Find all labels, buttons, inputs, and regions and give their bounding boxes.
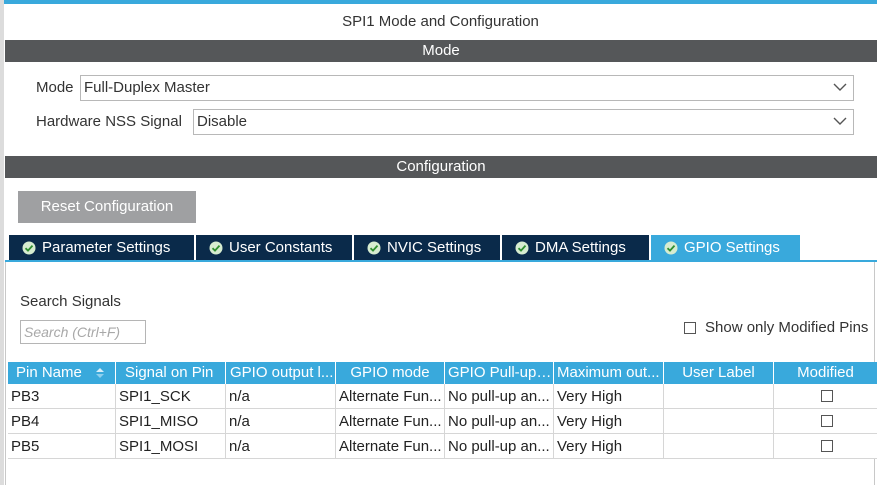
- column-header-user-label[interactable]: User Label: [664, 362, 774, 384]
- check-circle-icon: [22, 241, 36, 254]
- cell-signal[interactable]: SPI1_MISO: [116, 409, 226, 434]
- tab-label: User Constants: [229, 239, 333, 256]
- cell-signal[interactable]: SPI1_SCK: [116, 384, 226, 409]
- check-circle-icon: [664, 241, 678, 254]
- tab-parameter-settings[interactable]: Parameter Settings: [9, 235, 194, 260]
- cell-gpio-mode[interactable]: Alternate Fun...: [336, 384, 445, 409]
- window-title: SPI1 Mode and Configuration: [342, 13, 539, 30]
- nss-select[interactable]: Disable: [193, 109, 854, 135]
- cell-pin-name[interactable]: PB3: [8, 384, 116, 409]
- check-circle-icon: [209, 241, 223, 254]
- config-section-header: Configuration: [5, 156, 877, 178]
- check-circle-icon: [367, 241, 381, 254]
- mode-select[interactable]: Full-Duplex Master: [80, 75, 854, 101]
- mode-label: Mode: [36, 79, 74, 96]
- cell-user-label[interactable]: [664, 384, 774, 409]
- cell-pin-name[interactable]: PB5: [8, 434, 116, 459]
- cell-modified: [774, 384, 877, 409]
- cell-signal[interactable]: SPI1_MOSI: [116, 434, 226, 459]
- search-signals-label: Search Signals: [20, 293, 121, 310]
- sort-icon: [96, 368, 104, 378]
- column-header-maximum-output-speed[interactable]: Maximum out...: [554, 362, 664, 384]
- cell-gpio-pull[interactable]: No pull-up an...: [445, 434, 554, 459]
- column-header-signal-on-pin[interactable]: Signal on Pin: [116, 362, 226, 384]
- cell-output-level[interactable]: n/a: [226, 384, 336, 409]
- cell-modified: [774, 434, 877, 459]
- tab-label: GPIO Settings: [684, 239, 780, 256]
- chevron-down-icon: [833, 117, 847, 125]
- column-header-gpio-pull[interactable]: GPIO Pull-up/...: [445, 362, 554, 384]
- cell-max-speed[interactable]: Very High: [554, 434, 664, 459]
- check-circle-icon: [515, 241, 529, 254]
- nss-select-value: Disable: [197, 113, 248, 130]
- cell-max-speed[interactable]: Very High: [554, 409, 664, 434]
- cell-pin-name[interactable]: PB4: [8, 409, 116, 434]
- reset-configuration-button[interactable]: Reset Configuration: [18, 191, 196, 223]
- chevron-down-icon: [833, 83, 847, 91]
- tab-label: DMA Settings: [535, 239, 626, 256]
- nss-label: Hardware NSS Signal: [36, 113, 182, 130]
- modified-checkbox[interactable]: [821, 390, 833, 402]
- cell-user-label[interactable]: [664, 434, 774, 459]
- mode-select-value: Full-Duplex Master: [84, 79, 210, 96]
- cell-modified: [774, 409, 877, 434]
- show-modified-label: Show only Modified Pins: [705, 319, 869, 336]
- modified-checkbox[interactable]: [821, 415, 833, 427]
- mode-section-header: Mode: [5, 40, 877, 62]
- tab-gpio-settings[interactable]: GPIO Settings: [651, 235, 800, 260]
- column-header-pin-name[interactable]: Pin Name: [8, 362, 116, 384]
- tab-label: NVIC Settings: [387, 239, 482, 256]
- cell-gpio-mode[interactable]: Alternate Fun...: [336, 409, 445, 434]
- cell-gpio-pull[interactable]: No pull-up an...: [445, 384, 554, 409]
- tab-nvic-settings[interactable]: NVIC Settings: [354, 235, 500, 260]
- cell-max-speed[interactable]: Very High: [554, 384, 664, 409]
- column-header-gpio-mode[interactable]: GPIO mode: [336, 362, 445, 384]
- tab-dma-settings[interactable]: DMA Settings: [502, 235, 649, 260]
- column-header-modified[interactable]: Modified: [774, 362, 877, 384]
- cell-output-level[interactable]: n/a: [226, 409, 336, 434]
- modified-checkbox[interactable]: [821, 440, 833, 452]
- tab-user-constants[interactable]: User Constants: [196, 235, 352, 260]
- cell-user-label[interactable]: [664, 409, 774, 434]
- search-signals-input[interactable]: Search (Ctrl+F): [20, 320, 146, 344]
- cell-output-level[interactable]: n/a: [226, 434, 336, 459]
- tab-label: Parameter Settings: [42, 239, 171, 256]
- window-left-border: [0, 0, 4, 485]
- cell-gpio-pull[interactable]: No pull-up an...: [445, 409, 554, 434]
- cell-gpio-mode[interactable]: Alternate Fun...: [336, 434, 445, 459]
- show-modified-checkbox[interactable]: [684, 322, 696, 334]
- column-header-gpio-output-level[interactable]: GPIO output l...: [226, 362, 336, 384]
